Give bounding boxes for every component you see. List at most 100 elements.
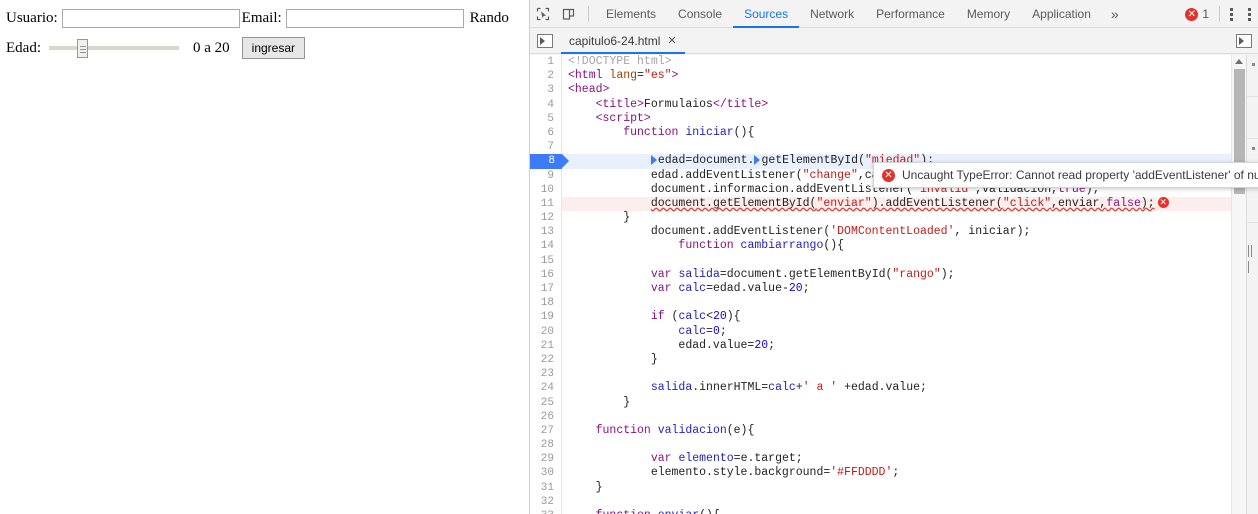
code-line[interactable]: 30 elemento.style.background='#FFDDDD'; — [530, 466, 1258, 481]
line-number[interactable]: 16 — [530, 267, 562, 282]
line-number[interactable]: 32 — [530, 494, 562, 509]
show-navigator-icon[interactable] — [537, 33, 553, 48]
kebab-menu-icon[interactable] — [1222, 1, 1240, 27]
code-line[interactable]: 5 <script> — [530, 111, 1258, 126]
line-number[interactable]: 15 — [530, 253, 562, 268]
code-line[interactable]: 18 — [530, 296, 1258, 311]
sidebar-grip-icon[interactable] — [1248, 245, 1256, 273]
code-line[interactable]: 6 function iniciar(){ — [530, 125, 1258, 141]
device-toolbar-icon[interactable] — [556, 1, 582, 27]
inline-error-icon[interactable]: ✕ — [1157, 197, 1169, 209]
line-number[interactable]: 21 — [530, 338, 562, 353]
line-number[interactable]: 27 — [530, 423, 562, 439]
line-number[interactable]: 6 — [530, 125, 562, 141]
code-token: elemento.style.background= — [568, 466, 831, 480]
line-number[interactable]: 29 — [530, 452, 562, 467]
code-line[interactable]: 27 function validacion(e){ — [530, 423, 1258, 439]
code-line[interactable]: 16 var salida=document.getElementById("r… — [530, 267, 1258, 282]
line-number[interactable]: 28 — [530, 438, 562, 453]
line-number[interactable]: 9 — [530, 168, 562, 183]
editor-vertical-scrollbar[interactable] — [1231, 55, 1246, 514]
slider-thumb[interactable] — [77, 39, 88, 58]
scroll-up-arrow-icon[interactable] — [1235, 59, 1243, 64]
line-number[interactable]: 1 — [530, 55, 562, 70]
inspect-cursor-icon[interactable] — [530, 1, 556, 27]
sidebar-section[interactable] — [1247, 97, 1258, 139]
line-number[interactable]: 26 — [530, 409, 562, 424]
line-number[interactable]: 23 — [530, 367, 562, 382]
line-number[interactable]: 4 — [530, 97, 562, 112]
tab-application[interactable]: Application — [1021, 0, 1102, 28]
email-input[interactable] — [285, 9, 464, 28]
line-number[interactable]: 33 — [530, 509, 562, 514]
line-number[interactable]: 3 — [530, 83, 562, 98]
code-line[interactable]: 1 <!DOCTYPE html> — [530, 55, 1258, 70]
code-line[interactable]: 33 function enviar(){ — [530, 509, 1258, 514]
code-line[interactable]: 28 — [530, 438, 1258, 453]
debugger-sidebar-strip[interactable] — [1246, 55, 1258, 514]
file-tab-capitulo6-24[interactable]: capitulo6-24.html ✕ — [561, 27, 685, 54]
code-line[interactable]: 22 } — [530, 352, 1258, 368]
code-line[interactable]: 20 calc=0; — [530, 324, 1258, 339]
line-number[interactable]: 13 — [530, 225, 562, 240]
code-line[interactable]: 21 edad.value=20; — [530, 338, 1258, 353]
edad-range-slider[interactable] — [49, 38, 179, 58]
sources-file-tabbar: capitulo6-24.html ✕ — [530, 27, 1258, 54]
code-line[interactable]: 17 var calc=edad.value-20; — [530, 282, 1258, 297]
line-number[interactable]: 31 — [530, 480, 562, 495]
line-number[interactable]: 12 — [530, 211, 562, 226]
code-line-text: document.getElementById("enviar").addEve… — [562, 197, 1169, 211]
code-line[interactable]: 23 — [530, 367, 1258, 382]
code-line[interactable]: 31 } — [530, 480, 1258, 495]
line-number[interactable]: 7 — [530, 140, 562, 155]
line-number[interactable]: 2 — [530, 69, 562, 84]
line-number[interactable]: 8 — [530, 154, 569, 169]
tab-network[interactable]: Network — [799, 0, 865, 28]
code-line[interactable]: 2 <html lang="es"> — [530, 69, 1258, 84]
error-count-badge[interactable]: ✕ 1 — [1177, 7, 1217, 21]
line-number[interactable]: 11 — [530, 196, 562, 212]
sidebar-section[interactable] — [1247, 55, 1258, 97]
tab-elements[interactable]: Elements — [595, 0, 667, 28]
line-number[interactable]: 24 — [530, 381, 562, 396]
line-number[interactable]: 20 — [530, 324, 562, 339]
kebab-menu-icon-secondary[interactable] — [1240, 1, 1258, 27]
code-line[interactable]: 15 — [530, 253, 1258, 268]
code-line[interactable]: 14 function cambiarrango(){ — [530, 239, 1258, 254]
line-number[interactable]: 10 — [530, 182, 562, 197]
code-line[interactable]: 25 } — [530, 395, 1258, 410]
line-number[interactable]: 18 — [530, 296, 562, 311]
tab-console[interactable]: Console — [667, 0, 733, 28]
more-tabs-icon[interactable]: » — [1102, 6, 1128, 22]
line-number[interactable]: 25 — [530, 395, 562, 410]
line-number[interactable]: 14 — [530, 239, 562, 254]
inline-value-popover-icon[interactable] — [650, 155, 657, 166]
code-token: elemento — [678, 452, 734, 466]
code-line[interactable]: 19 if (calc<20){ — [530, 310, 1258, 325]
code-line[interactable]: 7 — [530, 140, 1258, 155]
close-icon[interactable]: ✕ — [667, 34, 676, 47]
code-line[interactable]: 13 document.addEventListener('DOMContent… — [530, 225, 1258, 240]
tab-sources[interactable]: Sources — [733, 0, 799, 28]
ingresar-button[interactable]: ingresar — [241, 37, 306, 59]
code-line[interactable]: 32 — [530, 494, 1258, 509]
usuario-input[interactable] — [61, 9, 240, 28]
code-line[interactable]: 29 var elemento=e.target; — [530, 452, 1258, 467]
code-line[interactable]: 3 <head> — [530, 83, 1258, 98]
inline-value-popover-icon[interactable] — [754, 155, 761, 166]
code-line[interactable]: 12 } — [530, 211, 1258, 226]
code-line[interactable]: 11 document.getElementById("enviar").add… — [530, 196, 1258, 212]
line-number[interactable]: 17 — [530, 282, 562, 297]
code-line[interactable]: 24 salida.innerHTML=calc+' a ' +edad.val… — [530, 381, 1258, 396]
code-line[interactable]: 26 — [530, 409, 1258, 424]
tab-memory[interactable]: Memory — [956, 0, 1021, 28]
line-number[interactable]: 19 — [530, 310, 562, 325]
line-number[interactable]: 30 — [530, 466, 562, 481]
code-line[interactable]: 4 <title>Formulaios</title> — [530, 97, 1258, 112]
source-code-editor[interactable]: 1 <!DOCTYPE html> 2 <html lang="es"> 3 <head>… — [530, 55, 1258, 514]
tab-performance[interactable]: Performance — [865, 0, 956, 28]
line-number[interactable]: 22 — [530, 352, 562, 368]
line-number[interactable]: 5 — [530, 111, 562, 126]
show-debugger-icon[interactable] — [1236, 34, 1252, 48]
